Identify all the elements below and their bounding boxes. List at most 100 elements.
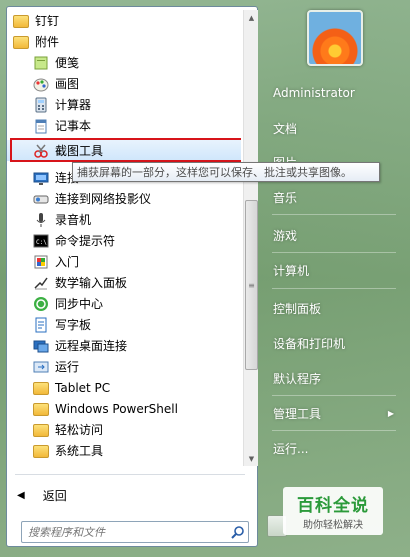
right-item-administrator[interactable]: Administrator	[268, 80, 402, 106]
list-item-label: 画图	[55, 77, 80, 91]
chevron-right-icon: ▶	[387, 408, 394, 418]
list-item-label: 附件	[35, 35, 60, 49]
right-item-label: 默认程序	[273, 371, 322, 386]
right-item-default-programs[interactable]: 默认程序	[268, 365, 402, 391]
list-item-calculator[interactable]: 计算器	[7, 94, 241, 115]
list-item-label: 远程桌面连接	[55, 339, 128, 353]
wordpad-icon	[33, 317, 49, 333]
program-list: 钉钉 附件 便笺 画图 计算器 记事本 截图工具 连接 连接到网络投影仪 录音机…	[7, 7, 241, 469]
list-item-remote-desktop[interactable]: 远程桌面连接	[7, 335, 241, 356]
list-item-system-tools[interactable]: 系统工具	[7, 440, 241, 461]
network-projector-icon	[33, 191, 49, 207]
list-item-label: 记事本	[55, 119, 92, 133]
scroll-down-arrow-icon[interactable]: ▼	[244, 451, 259, 466]
sync-center-icon	[33, 296, 49, 312]
search-input[interactable]	[28, 525, 228, 539]
highlight-box	[10, 138, 241, 162]
right-item-control-panel[interactable]: 控制面板	[268, 295, 402, 321]
list-item-notepad[interactable]: 记事本	[7, 115, 241, 136]
list-item-command-prompt[interactable]: C:\ 命令提示符	[7, 230, 241, 251]
list-item-wordpad[interactable]: 写字板	[7, 314, 241, 335]
cmd-icon: C:\	[33, 233, 49, 249]
folder-icon	[33, 445, 49, 458]
list-item-label: 系统工具	[55, 444, 104, 458]
paint-icon	[33, 76, 49, 92]
list-item-sound-recorder[interactable]: 录音机	[7, 209, 241, 230]
right-item-computer[interactable]: 计算机	[268, 257, 402, 283]
right-item-devices-printers[interactable]: 设备和打印机	[268, 330, 402, 356]
list-item-sync-center[interactable]: 同步中心	[7, 293, 241, 314]
list-item-getting-started[interactable]: 入门	[7, 251, 241, 272]
right-separator	[272, 288, 396, 289]
list-item-label: 钉钉	[35, 14, 60, 28]
list-item-sticky-notes[interactable]: 便笺	[7, 52, 241, 73]
right-item-games[interactable]: 游戏	[268, 222, 402, 248]
user-avatar[interactable]	[307, 10, 363, 66]
list-item-ease-of-access[interactable]: 轻松访问	[7, 419, 241, 440]
list-item-label: 计算器	[55, 98, 92, 112]
right-item-label: 设备和打印机	[273, 336, 346, 351]
list-item-network-projector[interactable]: 连接到网络投影仪	[7, 188, 241, 209]
folder-open-icon	[13, 36, 29, 49]
right-item-run[interactable]: 运行...	[268, 435, 402, 461]
search-icon[interactable]	[228, 525, 248, 539]
scroll-up-arrow-icon[interactable]: ▲	[244, 10, 259, 25]
scrollbar[interactable]: ▲ ≡ ▼	[243, 10, 258, 466]
list-item-label: 便笺	[55, 56, 80, 70]
folder-icon	[33, 403, 49, 416]
list-item-accessories[interactable]: 附件	[7, 31, 241, 52]
right-separator	[272, 252, 396, 253]
back-label: 返回	[42, 488, 67, 503]
search-box[interactable]	[21, 521, 249, 543]
list-item-label: Tablet PC	[55, 380, 111, 395]
projector-icon	[33, 170, 49, 186]
list-item-label: 入门	[55, 255, 80, 269]
watermark-title: 百科全说	[297, 496, 369, 516]
right-item-label: 音乐	[273, 190, 298, 205]
right-item-admin-tools[interactable]: 管理工具 ▶	[268, 400, 402, 426]
right-item-label: 计算机	[273, 263, 310, 278]
right-separator	[272, 430, 396, 431]
scroll-thumb[interactable]: ≡	[245, 200, 258, 370]
right-item-label: 管理工具	[273, 406, 322, 421]
remote-desktop-icon	[33, 338, 49, 354]
start-menu: 钉钉 附件 便笺 画图 计算器 记事本 截图工具 连接 连接到网络投影仪 录音机…	[0, 0, 410, 557]
list-item-label: 写字板	[55, 318, 92, 332]
list-item-tablet-pc[interactable]: Tablet PC	[7, 377, 241, 398]
divider	[15, 474, 245, 475]
right-separator	[272, 214, 396, 215]
microphone-icon	[33, 212, 49, 228]
run-icon	[33, 359, 49, 375]
right-item-label: 文档	[273, 121, 298, 136]
right-separator	[272, 395, 396, 396]
watermark: 百科全说 助你轻松解决	[283, 487, 383, 535]
right-item-music[interactable]: 音乐	[268, 184, 402, 210]
calculator-icon	[33, 97, 49, 113]
list-item-dingtalk[interactable]: 钉钉	[7, 10, 241, 31]
folder-icon	[33, 382, 49, 395]
getting-started-icon	[33, 254, 49, 270]
list-item-math-input-panel[interactable]: 数学输入面板	[7, 272, 241, 293]
back-arrow-icon: ◀	[17, 489, 25, 501]
list-item-powershell[interactable]: Windows PowerShell	[7, 398, 241, 419]
math-input-icon	[33, 275, 49, 291]
svg-text:C:\: C:\	[36, 239, 47, 246]
right-item-label: 运行...	[273, 441, 309, 456]
right-item-label: 控制面板	[273, 301, 322, 316]
folder-icon	[13, 15, 29, 28]
list-item-run[interactable]: 运行	[7, 356, 241, 377]
list-item-label: 同步中心	[55, 297, 104, 311]
list-item-label: 数学输入面板	[55, 276, 128, 290]
right-item-documents[interactable]: 文档	[268, 115, 402, 141]
programs-panel: 钉钉 附件 便笺 画图 计算器 记事本 截图工具 连接 连接到网络投影仪 录音机…	[6, 6, 258, 547]
list-item-paint[interactable]: 画图	[7, 73, 241, 94]
right-item-label: Administrator	[273, 86, 355, 100]
list-item-label: 轻松访问	[55, 423, 104, 437]
list-item-label: 命令提示符	[55, 234, 116, 248]
list-item-label: Windows PowerShell	[55, 401, 178, 416]
list-item-label: 运行	[55, 360, 80, 374]
notepad-icon	[33, 118, 49, 134]
back-button[interactable]: ◀ 返回	[17, 485, 237, 505]
watermark-subtitle: 助你轻松解决	[303, 520, 363, 531]
sticky-notes-icon	[33, 55, 49, 71]
